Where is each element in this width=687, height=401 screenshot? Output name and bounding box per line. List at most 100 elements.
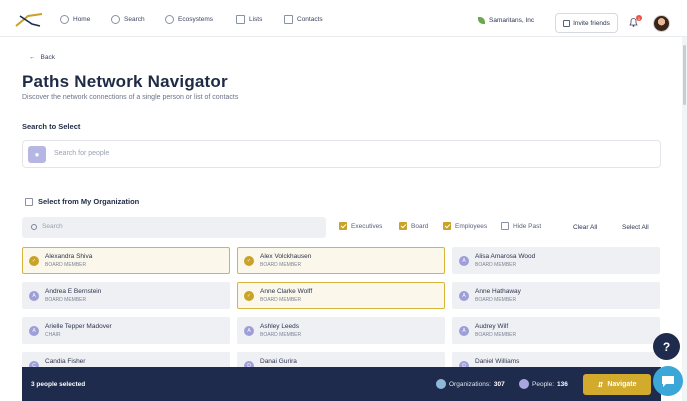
notification-badge: 1 bbox=[636, 15, 642, 21]
leaf-icon bbox=[478, 17, 485, 24]
filter-board-label: Board bbox=[411, 222, 429, 230]
back-label: Back bbox=[40, 54, 55, 61]
person-card[interactable]: A Anne Hathaway BOARD MEMBER bbox=[452, 282, 660, 309]
nav-home[interactable]: Home bbox=[60, 13, 90, 25]
filter-employees-label: Employees bbox=[455, 222, 488, 230]
executives-checkbox[interactable] bbox=[339, 222, 347, 230]
nav-home-label: Home bbox=[73, 15, 91, 23]
check-icon: ✓ bbox=[29, 256, 39, 266]
scrollbar-thumb[interactable] bbox=[683, 45, 686, 105]
filter-executives[interactable]: Executives bbox=[339, 222, 382, 230]
person-avatar: A bbox=[29, 291, 39, 301]
search-icon bbox=[111, 14, 120, 24]
org-name: Samaritans, Inc bbox=[489, 17, 535, 24]
org-select-label: Select from My Organization bbox=[38, 197, 140, 206]
org-select-toggle[interactable]: Select from My Organization bbox=[25, 197, 139, 206]
organizations-stat: Organizations: 307 bbox=[436, 379, 505, 389]
person-name: Anne Hathaway bbox=[475, 288, 521, 295]
people-stat: People: 136 bbox=[519, 379, 568, 389]
person-avatar: A bbox=[459, 256, 469, 266]
org-switcher[interactable]: Samaritans, Inc bbox=[478, 17, 534, 24]
nav-lists[interactable]: Lists bbox=[236, 13, 262, 25]
person-role: CHAIR bbox=[45, 332, 61, 338]
organizations-count: 307 bbox=[493, 380, 505, 388]
user-avatar[interactable] bbox=[653, 15, 670, 32]
back-link[interactable]: ← Back bbox=[29, 54, 55, 61]
person-role: BOARD MEMBER bbox=[260, 297, 302, 303]
person-avatar: A bbox=[459, 291, 469, 301]
nav-search[interactable]: Search bbox=[111, 13, 145, 25]
person-role: BOARD MEMBER bbox=[260, 262, 302, 268]
person-name: Alexandra Shiva bbox=[45, 253, 93, 260]
invite-label: Invite friends bbox=[573, 19, 610, 27]
person-name: Arielle Tepper Madover bbox=[45, 323, 112, 330]
person-avatar: A bbox=[459, 326, 469, 336]
person-icon: ● bbox=[28, 146, 46, 163]
person-role: BOARD MEMBER bbox=[475, 262, 517, 268]
filter-board[interactable]: Board bbox=[399, 222, 428, 230]
nav-lists-label: Lists bbox=[249, 15, 263, 23]
search-icon bbox=[31, 224, 37, 230]
navigate-button[interactable]: ⇵ Navigate bbox=[583, 374, 651, 395]
person-role: BOARD MEMBER bbox=[45, 297, 87, 303]
network-icon: ⇵ bbox=[597, 381, 604, 389]
person-name: Andrea E Bernstein bbox=[45, 288, 102, 295]
employees-checkbox[interactable] bbox=[443, 222, 451, 230]
filter-hide-past[interactable]: Hide Past bbox=[501, 222, 541, 230]
person-name: Audrey Wilf bbox=[475, 323, 509, 330]
person-name: Daniel Williams bbox=[475, 358, 520, 365]
person-name: Alisa Amarosa Wood bbox=[475, 253, 536, 260]
people-icon bbox=[519, 379, 529, 389]
selection-bar: 3 people selected Organizations: 307 Peo… bbox=[22, 367, 661, 401]
people-search-placeholder: Search for people bbox=[54, 150, 110, 157]
person-card[interactable]: ✓ Anne Clarke Wolff BOARD MEMBER bbox=[237, 282, 445, 309]
filter-executives-label: Executives bbox=[351, 222, 383, 230]
check-icon: ✓ bbox=[244, 256, 254, 266]
chat-icon bbox=[662, 375, 674, 387]
org-select-checkbox[interactable] bbox=[25, 197, 33, 206]
nav-contacts-label: Contacts bbox=[297, 15, 323, 23]
page-title: Paths Network Navigator bbox=[22, 72, 228, 91]
arrow-left-icon: ← bbox=[29, 54, 36, 61]
member-search-input[interactable]: Search bbox=[22, 217, 326, 238]
person-card[interactable]: ✓ Alex Volckhausen BOARD MEMBER bbox=[237, 247, 445, 274]
organizations-label: Organizations: bbox=[449, 380, 491, 388]
logo-icon[interactable] bbox=[14, 12, 44, 28]
people-search-input[interactable]: ● Search for people bbox=[22, 140, 661, 168]
invite-friends-button[interactable]: Invite friends bbox=[555, 13, 618, 33]
ecosystems-icon bbox=[165, 14, 174, 24]
board-checkbox[interactable] bbox=[399, 222, 407, 230]
clear-all-button[interactable]: Clear All bbox=[573, 224, 597, 231]
lists-icon bbox=[236, 14, 245, 24]
person-card[interactable]: A Ashley Leeds BOARD MEMBER bbox=[237, 317, 445, 344]
hide-past-checkbox[interactable] bbox=[501, 222, 509, 230]
people-label: People: bbox=[532, 380, 555, 388]
person-name: Ashley Leeds bbox=[260, 323, 300, 330]
people-count: 136 bbox=[557, 380, 568, 388]
selected-count: 3 people selected bbox=[31, 381, 86, 388]
person-card[interactable]: A Arielle Tepper Madover CHAIR bbox=[22, 317, 230, 344]
person-name: Candia Fisher bbox=[45, 358, 86, 365]
organization-icon bbox=[436, 379, 446, 389]
person-card[interactable]: ✓ Alexandra Shiva BOARD MEMBER bbox=[22, 247, 230, 274]
help-button[interactable]: ? bbox=[653, 333, 680, 360]
person-avatar: A bbox=[244, 326, 254, 336]
person-name: Anne Clarke Wolff bbox=[260, 288, 313, 295]
person-card[interactable]: A Andrea E Bernstein BOARD MEMBER bbox=[22, 282, 230, 309]
member-search-placeholder: Search bbox=[42, 223, 63, 230]
check-icon: ✓ bbox=[244, 291, 254, 301]
search-section-label: Search to Select bbox=[22, 122, 81, 131]
filter-employees[interactable]: Employees bbox=[443, 222, 487, 230]
person-role: BOARD MEMBER bbox=[475, 297, 517, 303]
person-name: Alex Volckhausen bbox=[260, 253, 312, 260]
person-role: BOARD MEMBER bbox=[475, 332, 517, 338]
nav-ecosystems[interactable]: Ecosystems bbox=[165, 13, 213, 25]
person-card[interactable]: A Audrey Wilf BOARD MEMBER bbox=[452, 317, 660, 344]
chat-button[interactable] bbox=[653, 366, 683, 396]
nav-contacts[interactable]: Contacts bbox=[284, 13, 323, 25]
nav-ecosystems-label: Ecosystems bbox=[178, 15, 214, 23]
select-all-button[interactable]: Select All bbox=[622, 224, 649, 231]
navigate-label: Navigate bbox=[607, 381, 637, 388]
person-role: BOARD MEMBER bbox=[45, 262, 87, 268]
person-card[interactable]: A Alisa Amarosa Wood BOARD MEMBER bbox=[452, 247, 660, 274]
